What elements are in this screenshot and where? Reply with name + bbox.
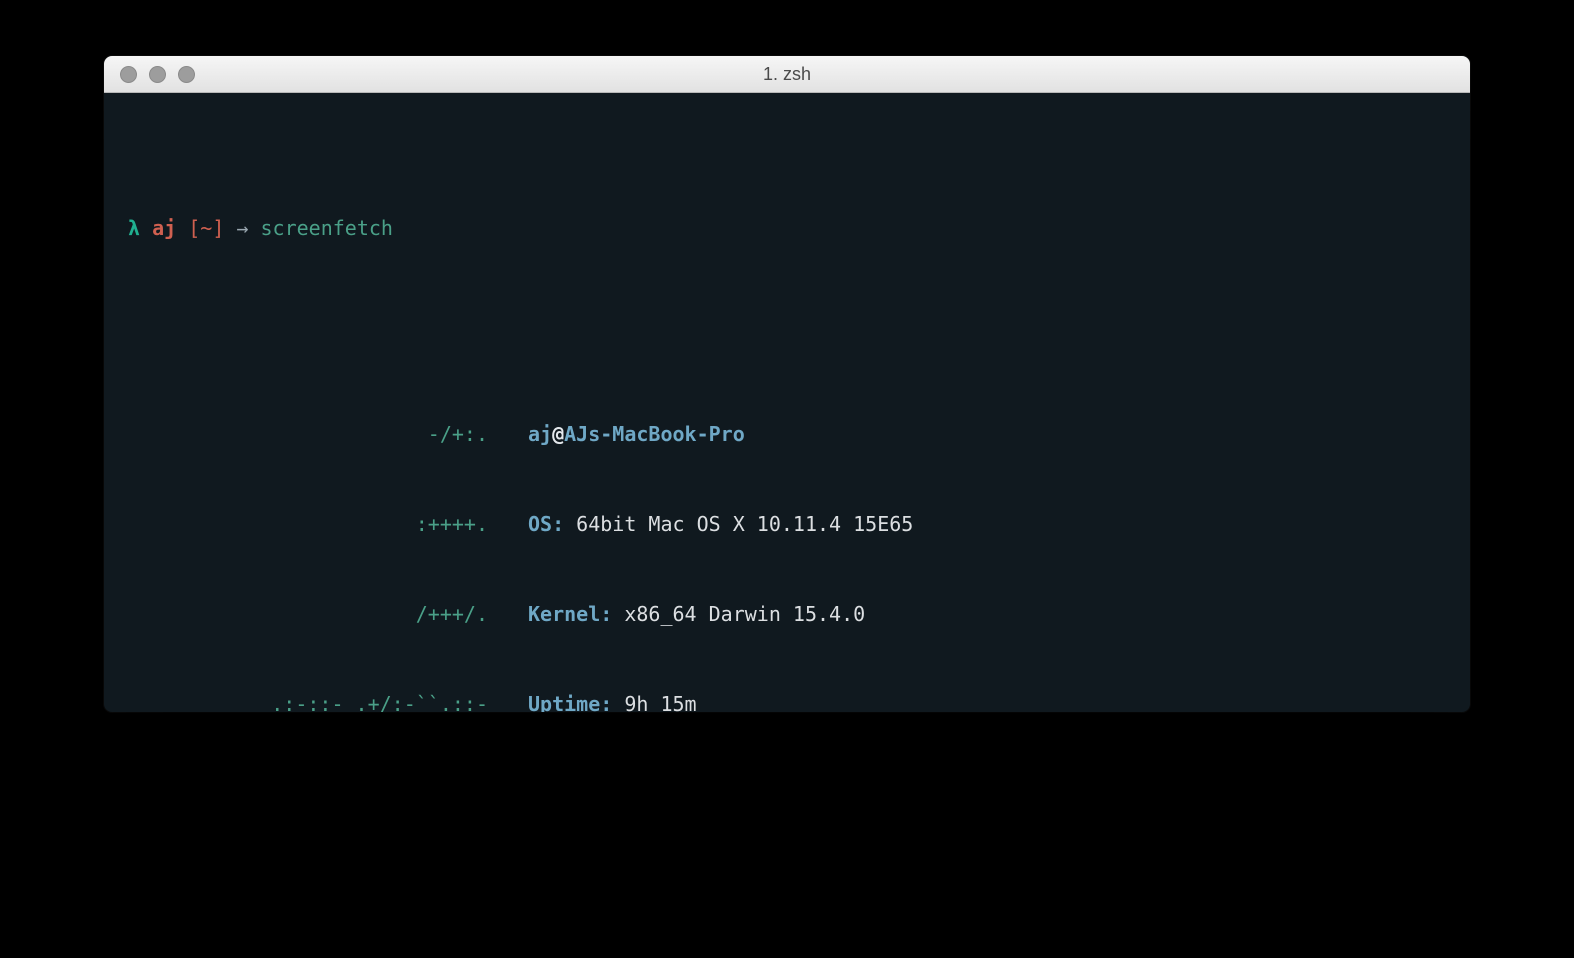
info-at: @: [552, 422, 564, 446]
traffic-lights: [104, 66, 195, 83]
zoom-button[interactable]: [178, 66, 195, 83]
prompt-lambda: λ: [128, 216, 140, 240]
info-uptime: Uptime: 9h 15m: [528, 689, 1154, 712]
prompt-line: λ aj [~] → screenfetch: [128, 213, 1446, 243]
prompt-arrow: →: [236, 216, 248, 240]
ascii-line: :++++.: [128, 509, 488, 539]
prompt-tilde: ~: [200, 216, 212, 240]
label-os: OS:: [528, 512, 564, 536]
ascii-line: /+++/.: [128, 599, 488, 629]
titlebar: 1. zsh: [104, 56, 1470, 93]
minimize-button[interactable]: [149, 66, 166, 83]
window-title: 1. zsh: [104, 64, 1470, 85]
ascii-logo: -/+:. :++++. /+++/. .:-::- .+/:-``.::- .…: [128, 359, 488, 712]
label-uptime: Uptime:: [528, 692, 612, 712]
ascii-line: -/+:.: [128, 419, 488, 449]
value-uptime: 9h 15m: [624, 692, 696, 712]
prompt-bracket-open: [: [188, 216, 200, 240]
terminal-window: 1. zsh λ aj [~] → screenfetch -/+:. :+++…: [104, 56, 1470, 712]
terminal-body[interactable]: λ aj [~] → screenfetch -/+:. :++++. /+++…: [104, 93, 1470, 712]
system-info: aj@AJs-MacBook-Pro OS: 64bit Mac OS X 10…: [528, 359, 1154, 712]
prompt-bracket-close: ]: [212, 216, 224, 240]
info-kernel: Kernel: x86_64 Darwin 15.4.0: [528, 599, 1154, 629]
screenfetch-output: -/+:. :++++. /+++/. .:-::- .+/:-``.::- .…: [128, 359, 1446, 712]
prompt-command: screenfetch: [261, 216, 393, 240]
prompt-user: aj: [152, 216, 176, 240]
info-user: aj: [528, 422, 552, 446]
close-button[interactable]: [120, 66, 137, 83]
info-userhost: aj@AJs-MacBook-Pro: [528, 419, 1154, 449]
info-os: OS: 64bit Mac OS X 10.11.4 15E65: [528, 509, 1154, 539]
label-kernel: Kernel:: [528, 602, 612, 626]
value-os: 64bit Mac OS X 10.11.4 15E65: [576, 512, 913, 536]
ascii-line: .:-::- .+/:-``.::-: [128, 689, 488, 712]
info-host: AJs-MacBook-Pro: [564, 422, 745, 446]
value-kernel: x86_64 Darwin 15.4.0: [624, 602, 865, 626]
